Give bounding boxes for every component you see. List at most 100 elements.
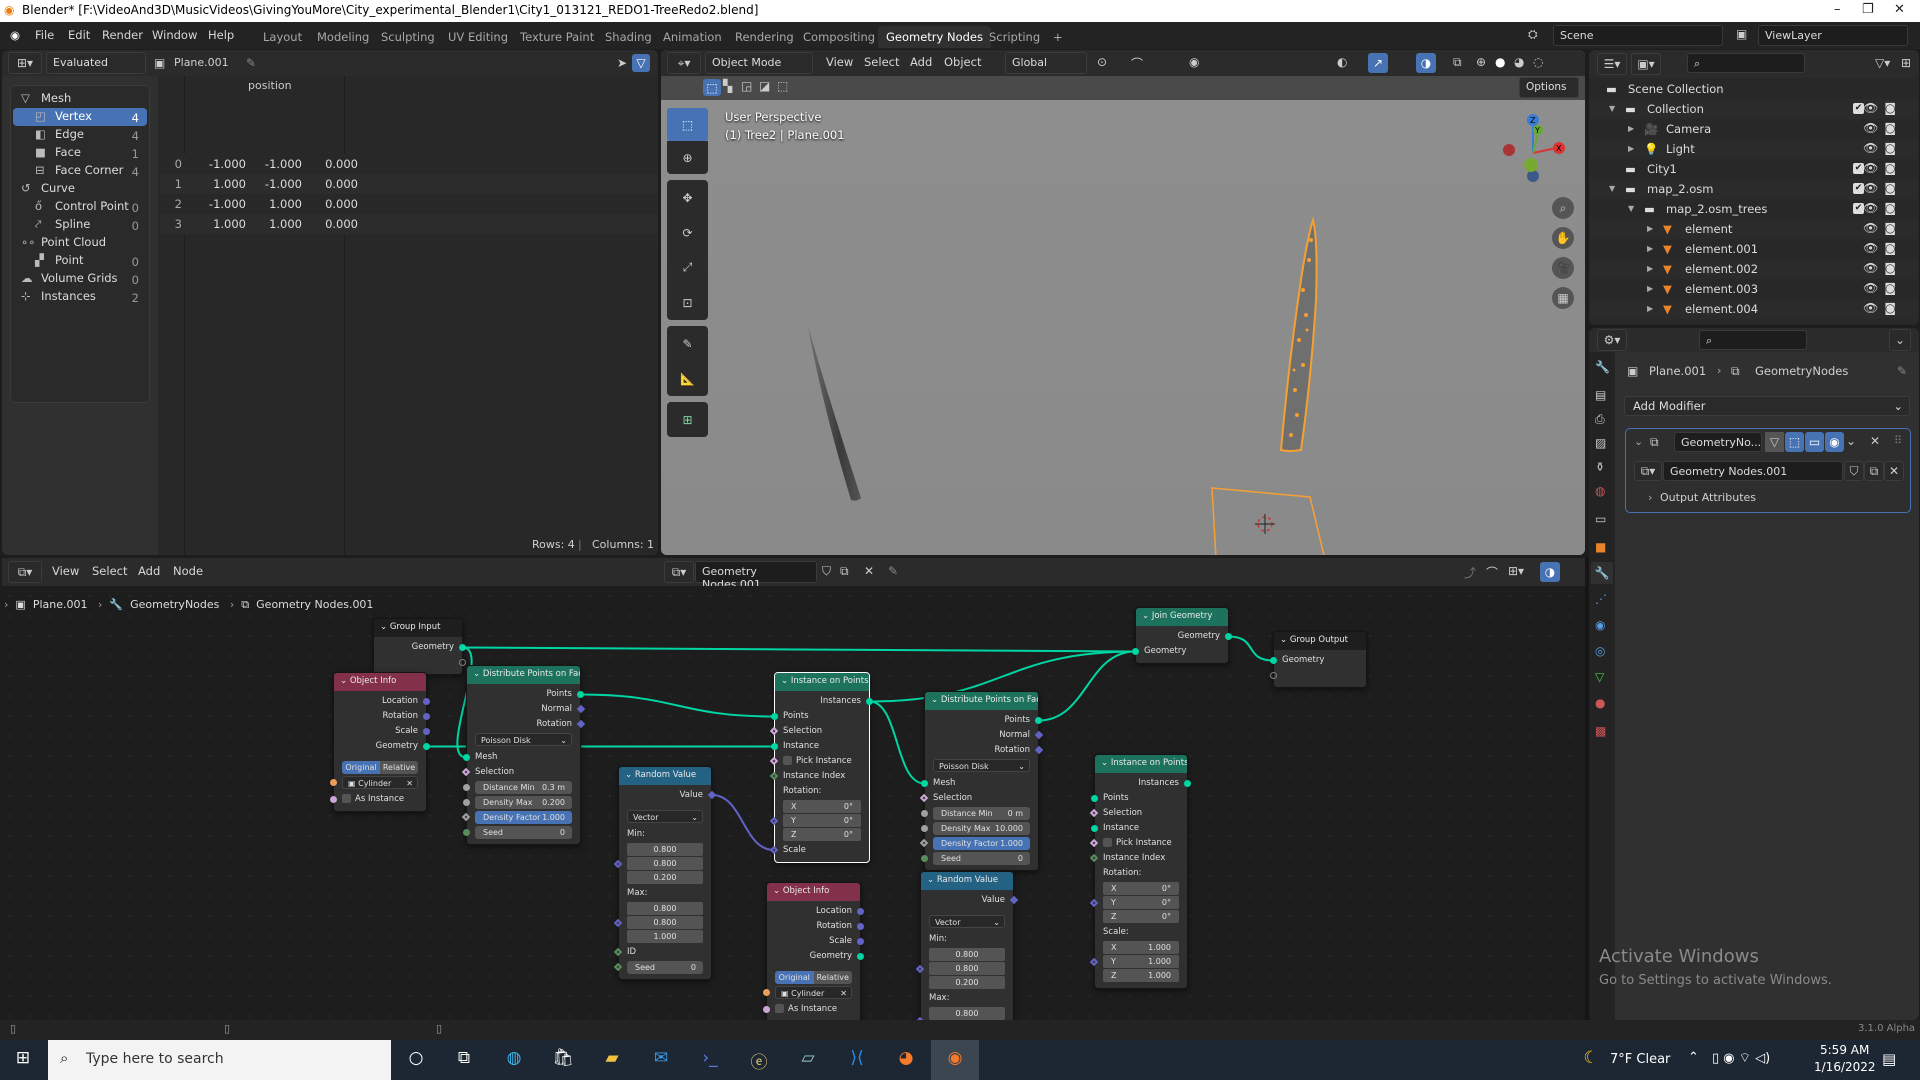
particles-tab-icon[interactable]: ⋰ [1595, 592, 1607, 606]
domain-point[interactable]: ▞ Point 0 [13, 252, 147, 270]
tab-animation[interactable]: Animation [655, 26, 730, 48]
expand-arrow-icon[interactable]: ▼ [1609, 184, 1615, 193]
checkbox[interactable] [1103, 838, 1112, 847]
scene-icon[interactable]: ⛭ [1528, 27, 1538, 42]
menu-render[interactable]: Render [102, 28, 143, 42]
number-field[interactable]: Seed 0 [475, 826, 572, 839]
int-socket[interactable] [921, 855, 928, 862]
start-button-icon[interactable]: ⊞ [10, 1048, 36, 1072]
solid-shading-icon[interactable]: ● [1495, 55, 1505, 69]
table-row[interactable]: 1 1.000 -1.000 0.000 [160, 174, 658, 194]
view-layer-tab-icon[interactable]: ▨ [1595, 436, 1606, 450]
node-random-value[interactable]: ⌄ Random Value Value Vector ⌄ Min: 0.800 0.800… [613, 766, 717, 980]
tray-icons[interactable]: ▯ ◉ ⌔ ◁) [1712, 1050, 1770, 1066]
clock-time[interactable]: 5:59 AM [1820, 1043, 1869, 1057]
int-field-socket[interactable] [613, 947, 623, 957]
collapse-chevron-icon[interactable]: ⌄ [1280, 635, 1287, 645]
domain-face[interactable]: ■ Face 1 [13, 144, 147, 162]
firefox-icon[interactable]: ◕ [893, 1048, 919, 1072]
empty-socket[interactable] [1270, 672, 1277, 679]
weather-text[interactable]: 7°F Clear [1610, 1052, 1670, 1067]
vector-socket[interactable] [915, 964, 925, 974]
vector-socket[interactable] [423, 713, 430, 720]
outliner-item[interactable]: ▶ ▼ element.001 👁◙ [1590, 239, 1918, 259]
outliner-item[interactable]: ▼ ▬ Collection 👁◙ ✔ [1590, 99, 1918, 119]
material-shading-icon[interactable]: ◕ [1514, 55, 1524, 69]
pin-icon[interactable]: ✎ [1897, 364, 1907, 378]
outliner-item[interactable]: ▬ City1 👁◙ ✔ [1590, 159, 1918, 179]
checkbox[interactable] [783, 756, 792, 765]
tab-sculpting[interactable]: Sculpting [373, 26, 443, 48]
object-field[interactable]: ▣ Cylinder ✕ [775, 986, 852, 999]
visibility-render-icons[interactable]: 👁◙ [1863, 241, 1902, 255]
outliner-item[interactable]: ▶ 🎥 Camera 👁◙ [1590, 119, 1918, 139]
domain-face-corner[interactable]: ⊟ Face Corner 4 [13, 162, 147, 180]
number-field[interactable]: Seed 0 [933, 852, 1030, 865]
vector-socket[interactable] [423, 698, 430, 705]
edit-mode-toggle-icon[interactable]: ▽ [1765, 432, 1784, 452]
gizmo-toggle-icon[interactable]: ↗ [1368, 53, 1388, 73]
pivot-icon[interactable]: ⊙ [1097, 55, 1107, 69]
unlink-icon[interactable]: ✕ [864, 564, 874, 578]
node-header[interactable]: ⌄ Random Value [921, 872, 1013, 890]
column-header-position[interactable]: position [248, 79, 292, 92]
checkbox[interactable] [342, 794, 351, 803]
collapse-chevron-icon[interactable]: ⌄ [773, 886, 780, 896]
edge-icon[interactable]: ◍ [501, 1048, 527, 1072]
float-socket[interactable] [463, 784, 470, 791]
tab-geometry-nodes[interactable]: Geometry Nodes [878, 26, 992, 48]
vector-component-field[interactable]: 0.800 [929, 1007, 1005, 1020]
expand-arrow-icon[interactable]: ▶ [1647, 244, 1653, 253]
expand-arrow-icon[interactable]: ▼ [1609, 104, 1615, 113]
vector-socket[interactable] [1089, 957, 1099, 967]
editor-type-icon[interactable]: ⚙▾ [1597, 329, 1627, 351]
domain-spline[interactable]: ⤤ Spline 0 [13, 216, 147, 234]
mode-dropdown[interactable]: Vector ⌄ [627, 810, 703, 823]
table-row[interactable]: 2 -1.000 1.000 0.000 [160, 194, 658, 214]
mode-dropdown[interactable]: Vector ⌄ [929, 915, 1005, 928]
powershell-icon[interactable]: ›_ [697, 1048, 723, 1072]
render-toggle-icon[interactable]: ◉ [1825, 432, 1844, 452]
select-invert-icon[interactable]: ◪ [759, 79, 770, 93]
number-field[interactable]: Density Factor 1.000 [475, 811, 572, 824]
mail-icon[interactable]: ✉ [648, 1048, 674, 1072]
object-socket[interactable] [763, 989, 770, 996]
tab-layout[interactable]: Layout [255, 26, 310, 48]
node-distribute-points-on-faces[interactable]: ⌄ Distribute Points on Faces Points Normal… [461, 665, 586, 845]
wireframe-shading-icon[interactable]: ⊕ [1476, 55, 1486, 69]
minimize-button[interactable]: – [1834, 2, 1841, 17]
duplicate-icon[interactable]: ⧉ [840, 564, 849, 579]
tab-uv-editing[interactable]: UV Editing [440, 26, 516, 48]
overlay-toggle-icon[interactable]: ◑ [1540, 562, 1560, 582]
visibility-render-icons[interactable]: 👁◙ [1863, 141, 1902, 155]
store-icon[interactable]: 🛍 [550, 1048, 576, 1072]
world-tab-icon[interactable]: ◍ [1595, 484, 1605, 498]
fake-user-icon[interactable]: ⛉ [822, 564, 831, 579]
exclude-checkbox[interactable]: ✔ [1853, 183, 1864, 194]
tab-texture-paint[interactable]: Texture Paint [512, 26, 602, 48]
object-field[interactable]: ▣ Cylinder ✕ [342, 776, 418, 789]
clear-icon[interactable]: ✕ [840, 987, 847, 1000]
annotate-tool-icon[interactable]: ✎ [667, 326, 708, 361]
node-menu-node[interactable]: Node [173, 564, 203, 578]
select-subtract-icon[interactable]: ◲ [741, 79, 752, 93]
vector-field-socket[interactable] [707, 790, 717, 800]
options-chevron-icon[interactable]: ⌄ [1889, 329, 1911, 351]
node-group-selector[interactable]: Geometry Nodes.001 [695, 561, 817, 591]
collapse-chevron-icon[interactable]: ⌄ [781, 676, 788, 686]
node-header[interactable]: ⌄ Distribute Points on Faces [925, 692, 1038, 710]
int-socket[interactable] [463, 829, 470, 836]
collapse-chevron-icon[interactable]: ⌄ [625, 770, 632, 780]
vector-field-socket[interactable] [576, 719, 586, 729]
overlay-toggle-icon[interactable]: ◑ [1416, 53, 1436, 73]
geometry-socket[interactable] [1184, 780, 1191, 787]
blender-menu-icon[interactable]: ◉ [10, 28, 20, 42]
visibility-render-icons[interactable]: 👁◙ [1863, 161, 1902, 175]
outliner-item[interactable]: ▬ Scene Collection [1590, 79, 1918, 99]
editor-type-icon[interactable]: ☰▾ [1597, 53, 1627, 75]
node-header[interactable]: ⌄ Object Info [767, 883, 860, 901]
pan-view-icon[interactable]: ✋ [1552, 227, 1574, 249]
collection-tab-icon[interactable]: ▭ [1595, 512, 1606, 526]
toggle-original[interactable]: Original [342, 761, 380, 774]
modifier-tab-icon[interactable]: 🔧 [1591, 562, 1613, 584]
